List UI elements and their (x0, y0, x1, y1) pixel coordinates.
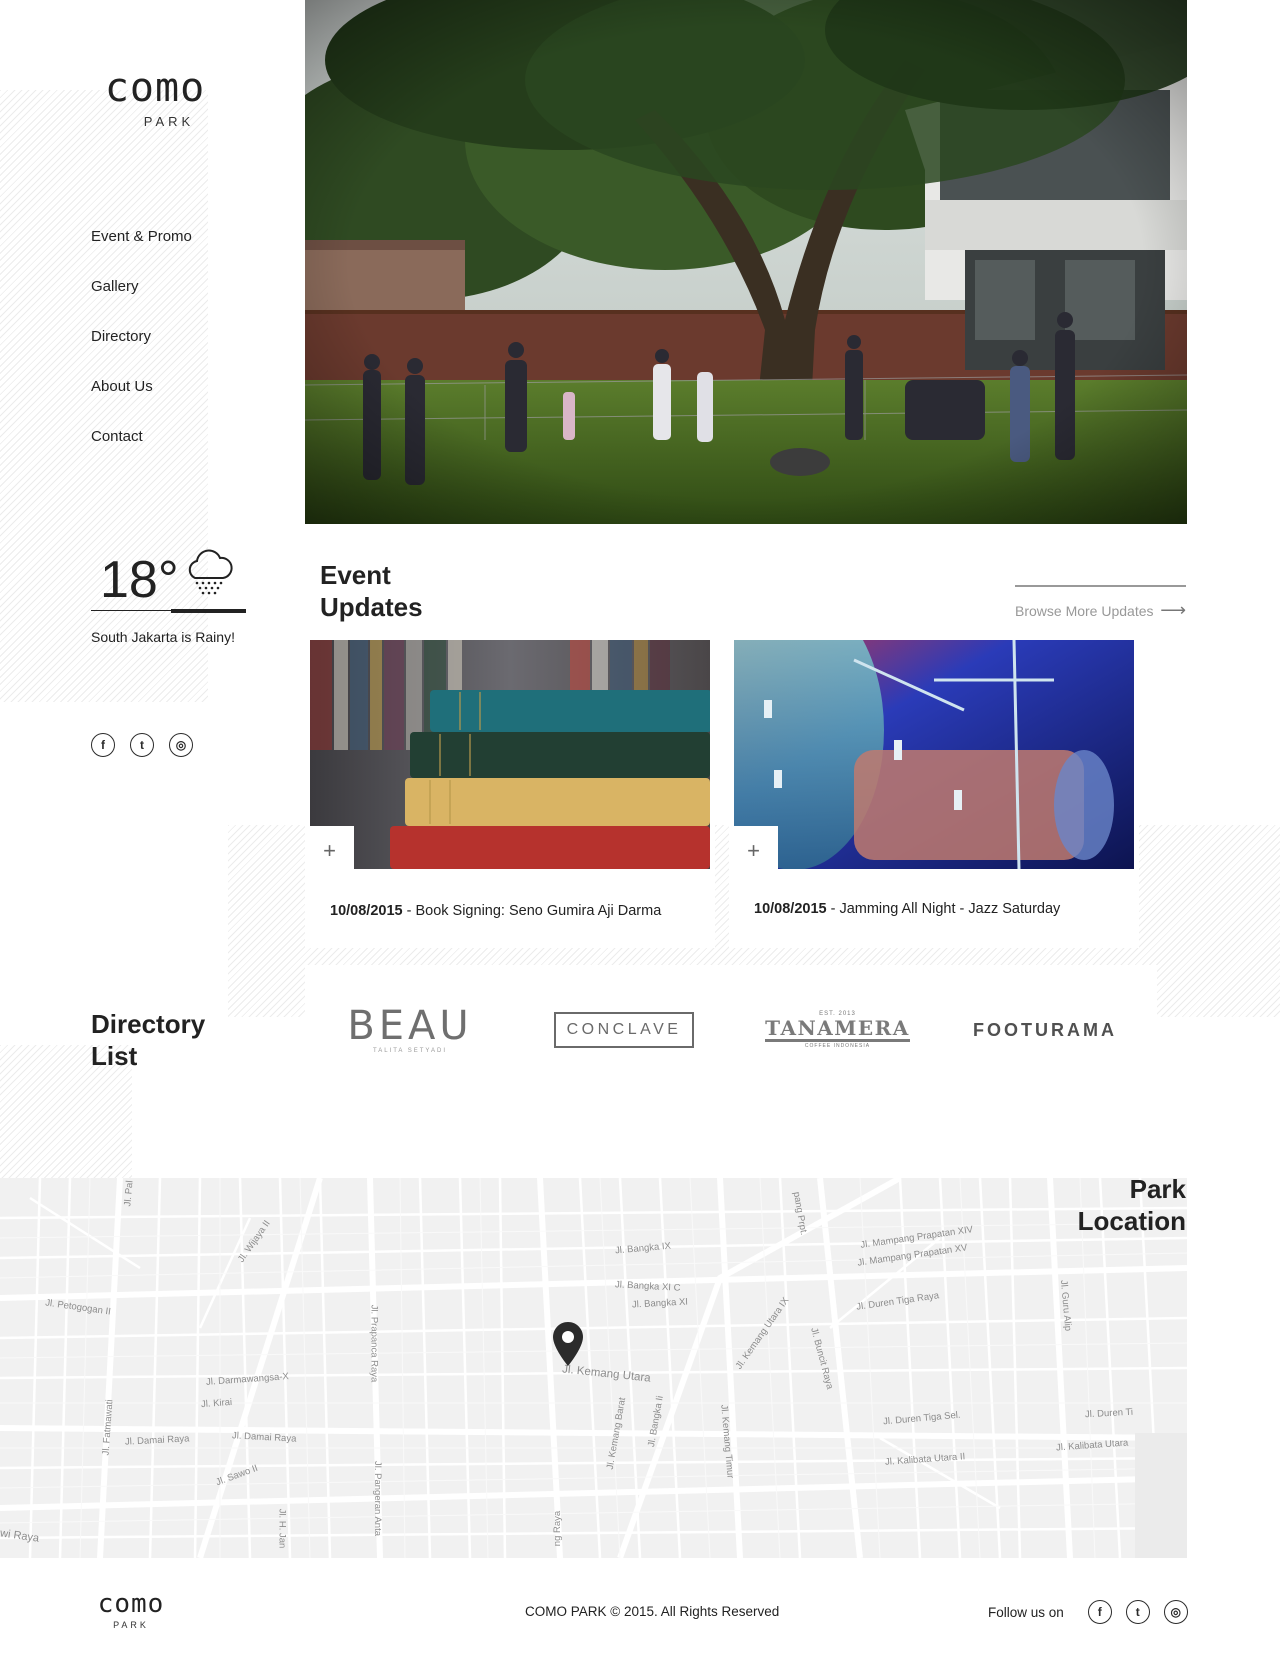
nav-item-contact[interactable]: Contact (91, 427, 192, 446)
brand-logo-tanamera[interactable]: EST. 2013 TANAMERA COFFEE INDONESIA (765, 1005, 910, 1055)
park-location-map[interactable]: Jl. Petogogan II Jl. Wijaya II Jl. Pal J… (0, 1178, 1187, 1558)
event-updates-title: Event Updates (320, 559, 460, 623)
plus-icon[interactable]: + (305, 826, 354, 876)
facebook-icon[interactable]: f (91, 733, 115, 757)
main-nav: Event & Promo Gallery Directory About Us… (91, 227, 192, 477)
brand-beau-sub: TALITA SETYADI (372, 1048, 447, 1054)
footer-logo[interactable]: como PARK (91, 1590, 171, 1630)
event-card[interactable]: + 10/08/2015 - Jamming All Night - Jazz … (729, 640, 1139, 948)
brand-conclave-name: CONCLAVE (553, 1012, 695, 1048)
logo-subtitle: PARK (143, 114, 195, 129)
map-street-label: Jl. Kirai (200, 1396, 233, 1411)
rain-cloud-icon (188, 549, 233, 595)
instagram-icon[interactable]: ◎ (1163, 1600, 1188, 1624)
park-location-title-line1: Park (1129, 1174, 1186, 1204)
twitter-icon[interactable]: t (1125, 1600, 1150, 1624)
brand-footurama-name: FOOTURAMA (973, 1019, 1117, 1040)
footer-copyright: COMO PARK © 2015. All Rights Reserved (525, 1604, 780, 1619)
map-street-label: ng Raya (552, 1510, 564, 1547)
park-location-title: Park Location (1078, 1173, 1186, 1237)
directory-title-line2: List (91, 1041, 138, 1071)
sidebar-social-links: f t ◎ (91, 733, 193, 757)
facebook-icon[interactable]: f (1087, 1600, 1112, 1624)
event-title: - Jamming All Night - Jazz Saturday (826, 901, 1061, 917)
temperature: 18° (100, 551, 179, 609)
browse-more-updates-label: Browse More Updates (1015, 602, 1154, 619)
weather-divider (91, 609, 246, 614)
logo-wordmark: como (104, 65, 206, 111)
nav-item-gallery[interactable]: Gallery (91, 277, 192, 296)
map-street-label: Jl. Prapanca Raya (368, 1304, 380, 1383)
brand-tanamera-sub: COFFEE INDONESIA (804, 1043, 871, 1049)
brand-logo-conclave[interactable]: CONCLAVE (553, 1005, 695, 1055)
event-updates-title-line1: Event (320, 560, 391, 590)
weather-widget: 18° South Jakarta is Rainy! (91, 548, 246, 645)
event-title: - Book Signing: Seno Gumira Aji Darma (402, 903, 662, 919)
map-street-label: Jl. Pal (122, 1180, 136, 1207)
event-date: 10/08/2015 (330, 903, 403, 919)
map-pin-icon[interactable] (553, 1322, 583, 1366)
footer-social-links: Follow us on f t ◎ (988, 1600, 1188, 1624)
event-image-books (310, 640, 710, 869)
footer-logo-wordmark: como (97, 1589, 165, 1619)
brand-logo-beau[interactable]: BEAU TALITA SETYADI (347, 1005, 468, 1055)
directory-title-line1: Directory (91, 1009, 206, 1039)
brand-beau-name: BEAU (347, 1003, 473, 1049)
instagram-icon[interactable]: ◎ (169, 733, 193, 757)
event-caption: 10/08/2015 - Jamming All Night - Jazz Sa… (754, 901, 1060, 917)
nav-item-about-us[interactable]: About Us (91, 377, 192, 396)
brand-logo-footurama[interactable]: FOOTURAMA (965, 1005, 1125, 1055)
nav-item-directory[interactable]: Directory (91, 327, 192, 346)
twitter-icon[interactable]: t (130, 733, 154, 757)
site-logo[interactable]: como PARK (90, 66, 220, 129)
brand-tanamera-name: TANAMERA (765, 1016, 910, 1042)
footer-logo-subtitle: PARK (113, 1620, 149, 1630)
hero-image (305, 0, 1187, 524)
map-street-label: Jl. Pangeran Anta (372, 1461, 383, 1536)
event-date: 10/08/2015 (754, 901, 827, 917)
browse-more-updates-link[interactable]: Browse More Updates ⟶ (1015, 585, 1186, 621)
event-card[interactable]: + 10/08/2015 - Book Signing: Seno Gumira… (305, 640, 715, 948)
directory-list-title: Directory List (91, 1008, 231, 1072)
plus-icon[interactable]: + (729, 826, 778, 876)
nav-item-event-promo[interactable]: Event & Promo (91, 227, 192, 246)
directory-brand-strip: BEAU TALITA SETYADI CONCLAVE EST. 2013 T… (305, 965, 1157, 1085)
event-image-drums (734, 640, 1134, 869)
follow-us-label: Follow us on (988, 1604, 1064, 1620)
map-street-label: Jl. H. Jan (276, 1508, 288, 1549)
arrow-right-icon: ⟶ (1160, 600, 1186, 620)
weather-condition: South Jakarta is Rainy! (91, 629, 235, 645)
event-caption: 10/08/2015 - Book Signing: Seno Gumira A… (330, 903, 661, 919)
event-updates-title-line2: Updates (320, 592, 423, 622)
park-location-title-line2: Location (1077, 1206, 1186, 1236)
